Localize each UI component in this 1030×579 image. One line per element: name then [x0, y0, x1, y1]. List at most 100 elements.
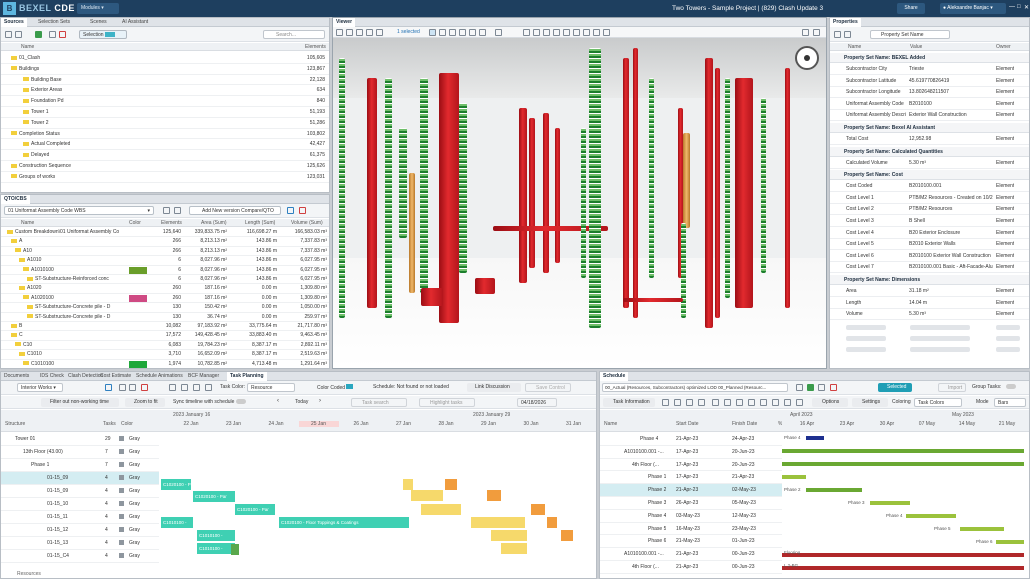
qto-row[interactable]: C1010 3,710 16,652.09 m² 8,387.17 m 2,519.63… [1, 350, 329, 360]
import-icon[interactable] [119, 384, 126, 391]
pipe-red[interactable] [715, 68, 720, 318]
task-bar[interactable] [411, 490, 443, 501]
prev-icon[interactable]: ‹ [277, 398, 279, 404]
view-dropdown[interactable]: Interior Works ▾ [17, 383, 63, 392]
pipe-red[interactable] [633, 48, 638, 318]
property-row[interactable]: Cost Level 3 B Shell Element [830, 216, 1029, 227]
task-bar[interactable]: C1010100 - [161, 517, 193, 528]
source-row[interactable]: Groups of works 123,031 [1, 172, 329, 183]
percent-icon[interactable] [495, 29, 502, 36]
orbit-icon[interactable] [366, 29, 373, 36]
task-bar[interactable] [445, 479, 457, 490]
task-row[interactable]: Phase 1 7 Gray [1, 459, 159, 472]
schedule-row[interactable]: 4th Floor (... 17-Apr-23 20-Jun-23 [600, 459, 782, 472]
pipe-red[interactable] [735, 78, 753, 308]
date-input[interactable]: 04/18/2026 [517, 398, 557, 407]
add-icon[interactable] [35, 31, 42, 38]
task-bar[interactable]: C1020100 - Par [161, 479, 191, 490]
schedule-row[interactable]: Phase 2 21-Apr-23 02-May-23 [600, 484, 782, 497]
redo-icon[interactable] [674, 399, 681, 406]
task-bar[interactable]: C1010100 - [197, 530, 235, 541]
home-icon[interactable] [336, 29, 343, 36]
schedule-row[interactable]: Phase 6 21-May-23 01-Jun-23 [600, 535, 782, 549]
modules-button[interactable]: Modules ▾ [77, 3, 119, 14]
pipe-red[interactable] [367, 78, 377, 308]
viewer-panel[interactable]: Viewer 1 selected [332, 17, 827, 369]
tab-properties[interactable]: Properties [830, 18, 861, 27]
color-coded-toggle[interactable]: Color Coded [317, 384, 354, 391]
navigation-cube-icon[interactable] [795, 46, 819, 70]
pipe-red[interactable] [543, 113, 549, 273]
schedule-dropdown[interactable]: 00_Actual (Resources, Subcontractors) op… [602, 383, 788, 392]
property-row[interactable]: Cost Level 4 B20 Exterior Enclosure Elemen… [830, 228, 1029, 239]
pipe-green[interactable] [761, 98, 766, 273]
user-menu-button[interactable]: ● Aleksandre Banjac ▾ [940, 3, 1006, 14]
undo-icon[interactable] [662, 399, 669, 406]
settings-button[interactable]: Settings [852, 398, 888, 407]
edit-icon[interactable] [49, 31, 56, 38]
source-row[interactable]: Tower 1 51,193 [1, 107, 329, 118]
tab-ids-check[interactable]: IDS Check [37, 372, 67, 381]
task-row[interactable]: 13th Floor (43.00) 7 Gray [1, 446, 159, 459]
filter-icon[interactable] [760, 399, 767, 406]
tab-qto-cbs[interactable]: QTO/CBS [1, 195, 30, 204]
zoom-to-fit-button[interactable]: Zoom to fit [125, 398, 165, 407]
render-icon[interactable] [573, 29, 580, 36]
tab-cost-estimate[interactable]: Cost Estimate [97, 372, 134, 381]
schedule-row[interactable]: Phase 3 26-Apr-23 05-May-23 [600, 497, 782, 510]
property-row[interactable]: Cost Level 7 B2010100.001 Basic - Aft-Fac… [830, 262, 1029, 274]
task-bar[interactable] [421, 504, 461, 515]
schedule-row[interactable]: Phase 5 16-May-23 23-May-23 [600, 523, 782, 536]
qto-row[interactable]: A1020 260 187.16 m² 0.00 m 1,309.80 m³ [1, 284, 329, 294]
fit-icon[interactable] [736, 399, 743, 406]
gear-icon[interactable] [802, 29, 809, 36]
maximize-button[interactable]: □ [1017, 4, 1021, 10]
schedule-row[interactable]: Phase 1 17-Apr-23 21-Apr-23 [600, 471, 782, 485]
filter-icon[interactable] [844, 31, 851, 38]
property-section-header[interactable]: Property Set Name: Cost [830, 170, 1029, 181]
pipe-green[interactable] [589, 48, 601, 328]
tab-task-planning[interactable]: Task Planning [227, 372, 267, 381]
qto-row[interactable]: ST-Substructure-Reinforced conc 6 8,027.96… [1, 275, 329, 285]
schedule-bar[interactable] [782, 475, 806, 479]
list-icon[interactable] [193, 384, 200, 391]
schedule-bar[interactable] [782, 449, 1024, 453]
pipe-green[interactable] [649, 78, 654, 278]
camera-icon[interactable] [523, 29, 530, 36]
property-row[interactable]: Uniformat Assembly Descri Exterior Wall C… [830, 110, 1029, 122]
tab-ai-assistant[interactable]: AI Assistant [119, 18, 151, 27]
export-icon[interactable] [129, 384, 136, 391]
selection-dropdown[interactable]: Selection [79, 30, 127, 39]
schedule-bar[interactable] [906, 514, 956, 518]
delete-icon[interactable] [830, 384, 837, 391]
source-row[interactable]: Building Base 22,128 [1, 75, 329, 86]
task-information-button[interactable]: Task Information [603, 398, 655, 407]
property-row[interactable]: Subcontractor City Trieste Element [830, 64, 1029, 75]
link-icon[interactable] [686, 399, 693, 406]
pipe-red[interactable] [555, 128, 560, 263]
link-discussion-button[interactable]: Link Discussion [467, 383, 521, 392]
task-bar[interactable]: C1010100 - [197, 543, 235, 554]
property-set-dropdown[interactable]: Property Set Name [870, 30, 950, 39]
property-row[interactable]: Cost Level 2 PTB/M2 Resources Element [830, 204, 1029, 216]
add-version-button[interactable]: Add New version Compare/QTO [189, 206, 281, 215]
tab-schedule-animations[interactable]: Schedule Animations [133, 372, 186, 381]
task-bar[interactable] [471, 517, 525, 528]
next-icon[interactable]: › [319, 398, 321, 404]
source-row[interactable]: Exterior Areas 634 [1, 85, 329, 97]
calendar-icon[interactable] [748, 399, 755, 406]
qto-row[interactable]: A10 266 8,213.13 m² 143.86 m 7,337.83 m³ [1, 247, 329, 257]
light-icon[interactable] [563, 29, 570, 36]
zoom-icon[interactable] [346, 29, 353, 36]
tab-viewer[interactable]: Viewer [333, 18, 356, 27]
schedule-bar[interactable] [782, 566, 1024, 570]
fit-icon[interactable] [356, 29, 363, 36]
task-row[interactable]: 01-15_10 4 Gray [1, 498, 159, 511]
task-row[interactable]: 01-15_11 4 Gray [1, 511, 159, 524]
source-row[interactable]: Construction Sequence 125,626 [1, 161, 329, 172]
property-section-header[interactable]: Property Set Name: Dimensions [830, 275, 1029, 285]
property-section-header[interactable]: Property Set Name: BEXEL Added [830, 53, 1029, 63]
baseline-icon[interactable] [784, 399, 791, 406]
save-icon[interactable] [818, 384, 825, 391]
delete-icon[interactable] [59, 31, 66, 38]
